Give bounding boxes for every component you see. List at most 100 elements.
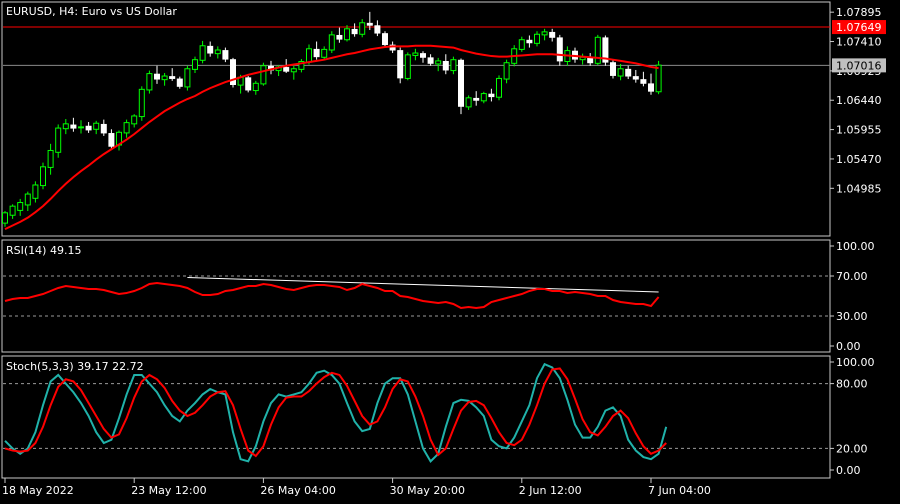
candle-body: [245, 77, 252, 91]
candle-body: [192, 59, 198, 70]
price-tick-label: 1.07410: [836, 36, 882, 49]
candle-body: [184, 68, 191, 88]
candle: [556, 34, 563, 66]
candle-body: [32, 184, 39, 199]
candle-body: [534, 33, 540, 44]
time-tick-label: 2 Jun 12:00: [519, 484, 582, 497]
stoch-tick-label: 100.00: [836, 356, 875, 369]
candle-body: [93, 122, 100, 130]
candle: [458, 58, 464, 115]
candle-body: [655, 64, 662, 93]
candle-body: [336, 34, 343, 40]
rsi-tick-label: 30.00: [836, 310, 868, 323]
candle-body: [351, 28, 358, 35]
rsi-tick-label: 0.00: [836, 340, 861, 353]
candle-body: [556, 37, 563, 62]
candle: [55, 124, 62, 158]
candle-body: [85, 125, 92, 131]
time-tick-label: 26 May 04:00: [260, 484, 335, 497]
candle-body: [47, 149, 54, 168]
candle-body: [366, 22, 373, 26]
candle-body: [176, 78, 183, 87]
candle-body: [625, 68, 632, 77]
price-panel-title: EURUSD, H4: Euro vs US Dollar: [6, 5, 177, 18]
candle-body: [123, 122, 130, 134]
candle-body: [427, 57, 434, 64]
price-tick-label: 1.04985: [836, 182, 882, 195]
candle-body: [549, 31, 556, 38]
candle-body: [526, 39, 533, 44]
candle-body: [321, 48, 328, 58]
price-tick-label: 1.05470: [836, 153, 882, 166]
candle: [496, 75, 502, 101]
candle: [602, 35, 609, 66]
candle: [260, 62, 267, 86]
candle: [230, 57, 236, 88]
candle-body: [252, 82, 259, 92]
candle: [245, 76, 252, 93]
current-price-tag-label: 1.07016: [836, 59, 882, 72]
candle-body: [541, 31, 548, 36]
time-tick-label: 18 May 2022: [2, 484, 74, 497]
price-tick-label: 1.05955: [836, 124, 882, 137]
candle-body: [100, 123, 107, 134]
price-tick-label: 1.07895: [836, 6, 882, 19]
candle-body: [518, 39, 525, 50]
candle-body: [313, 48, 320, 58]
candle-body: [55, 127, 62, 153]
candle: [40, 162, 46, 190]
candle-body: [503, 62, 510, 80]
candle-body: [610, 62, 616, 76]
candle-body: [146, 73, 153, 91]
candle-body: [465, 97, 472, 108]
candle-body: [632, 76, 639, 80]
candle-body: [108, 133, 115, 147]
candle: [397, 47, 404, 84]
candle-body: [382, 33, 388, 46]
candle-body: [17, 202, 24, 211]
rsi-tick-label: 100.00: [836, 240, 875, 253]
candle-body: [480, 93, 487, 102]
candle-body: [344, 28, 350, 41]
chart-canvas: 1.078951.074101.069251.064401.059551.054…: [0, 0, 900, 500]
candle: [655, 60, 662, 95]
candle-body: [290, 68, 297, 73]
candle-body: [328, 34, 335, 51]
stoch-tick-label: 0.00: [836, 464, 861, 477]
candle-body: [199, 45, 206, 61]
candle: [328, 31, 335, 54]
candle-body: [62, 123, 69, 130]
candle-body: [24, 193, 31, 206]
stoch-tick-label: 80.00: [836, 378, 868, 391]
candle-body: [640, 79, 647, 84]
candle-body: [374, 25, 381, 34]
time-tick-label: 7 Jun 04:00: [648, 484, 711, 497]
candle-body: [473, 97, 480, 101]
time-tick-label: 23 May 12:00: [131, 484, 206, 497]
candle-body: [617, 68, 624, 77]
candle-body: [78, 126, 84, 129]
stoch-tick-label: 20.00: [836, 442, 868, 455]
rsi-panel-title: RSI(14) 49.15: [6, 244, 81, 257]
candle: [404, 52, 411, 81]
candle-body: [442, 61, 449, 71]
chart-window: 1.078951.074101.069251.064401.059551.054…: [0, 0, 900, 500]
candle-body: [214, 49, 221, 55]
candle-body: [207, 45, 214, 54]
candle-body: [648, 83, 654, 92]
candle: [594, 34, 601, 66]
candle-body: [458, 59, 464, 107]
candle: [610, 59, 616, 79]
candle-body: [169, 76, 176, 79]
candle: [138, 86, 145, 121]
candle-body: [138, 88, 145, 118]
candle-body: [2, 212, 8, 224]
candle-body: [450, 59, 457, 72]
candle: [184, 65, 191, 91]
candle-body: [420, 53, 426, 58]
time-tick-label: 30 May 20:00: [390, 484, 465, 497]
candle-body: [359, 22, 366, 35]
candle-body: [496, 77, 502, 98]
candle-body: [488, 93, 495, 98]
candle-body: [161, 75, 168, 81]
